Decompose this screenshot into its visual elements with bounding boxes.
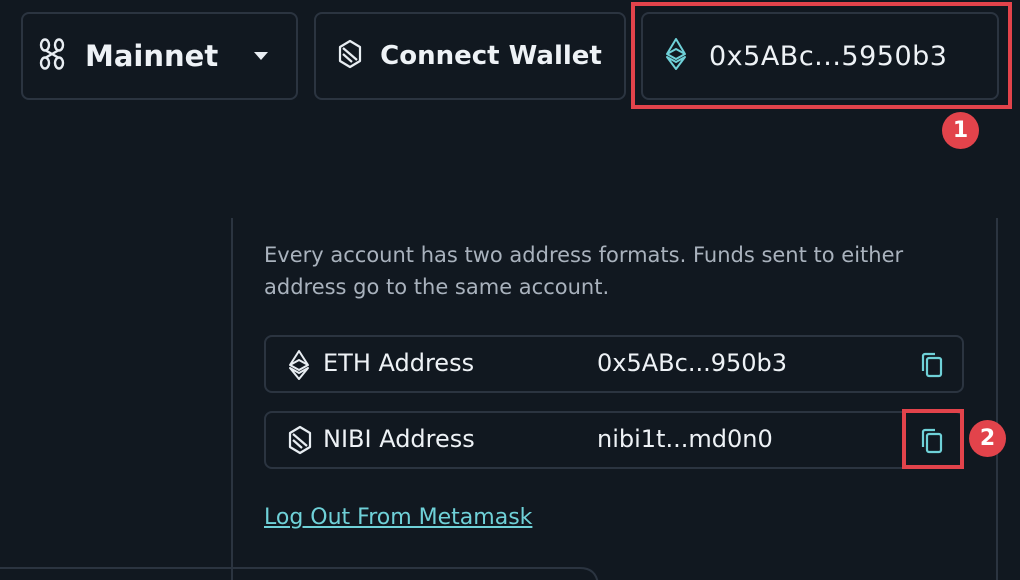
annotation-badge-1: 1	[942, 112, 979, 149]
eth-address-value: 0x5ABc...950b3	[597, 349, 788, 377]
annotation-badge-2: 2	[969, 420, 1006, 457]
copy-icon[interactable]	[919, 427, 945, 459]
account-address-button[interactable]: 0x5ABc...5950b3	[641, 12, 999, 100]
account-address-label: 0x5ABc...5950b3	[709, 40, 948, 72]
nibi-address-value: nibi1t...md0n0	[597, 425, 773, 453]
app-stage: Mainnet Connect Wallet 0x5ABc...5950b3 1…	[0, 0, 1020, 580]
nibiru-logo-icon	[288, 425, 312, 459]
copy-icon[interactable]	[919, 351, 945, 383]
nibi-address-label: NIBI Address	[323, 425, 475, 453]
address-format-description: Every account has two address formats. F…	[264, 243, 904, 299]
connect-wallet-label: Connect Wallet	[380, 41, 602, 71]
connect-wallet-button[interactable]: Connect Wallet	[314, 12, 626, 100]
eth-address-label: ETH Address	[323, 349, 475, 377]
background-card-edge	[0, 567, 599, 580]
nibiru-logo-icon	[338, 39, 362, 73]
ethereum-icon	[288, 349, 310, 385]
network-selector-button[interactable]: Mainnet	[21, 12, 298, 100]
logout-link[interactable]: Log Out From Metamask	[264, 505, 532, 530]
network-label: Mainnet	[85, 39, 219, 73]
chain-link-icon	[37, 37, 67, 75]
ethereum-icon	[665, 37, 687, 75]
caret-down-icon	[252, 47, 270, 66]
eth-address-row: ETH Address 0x5ABc...950b3	[264, 335, 964, 393]
nibi-address-row: NIBI Address nibi1t...md0n0	[264, 411, 964, 469]
